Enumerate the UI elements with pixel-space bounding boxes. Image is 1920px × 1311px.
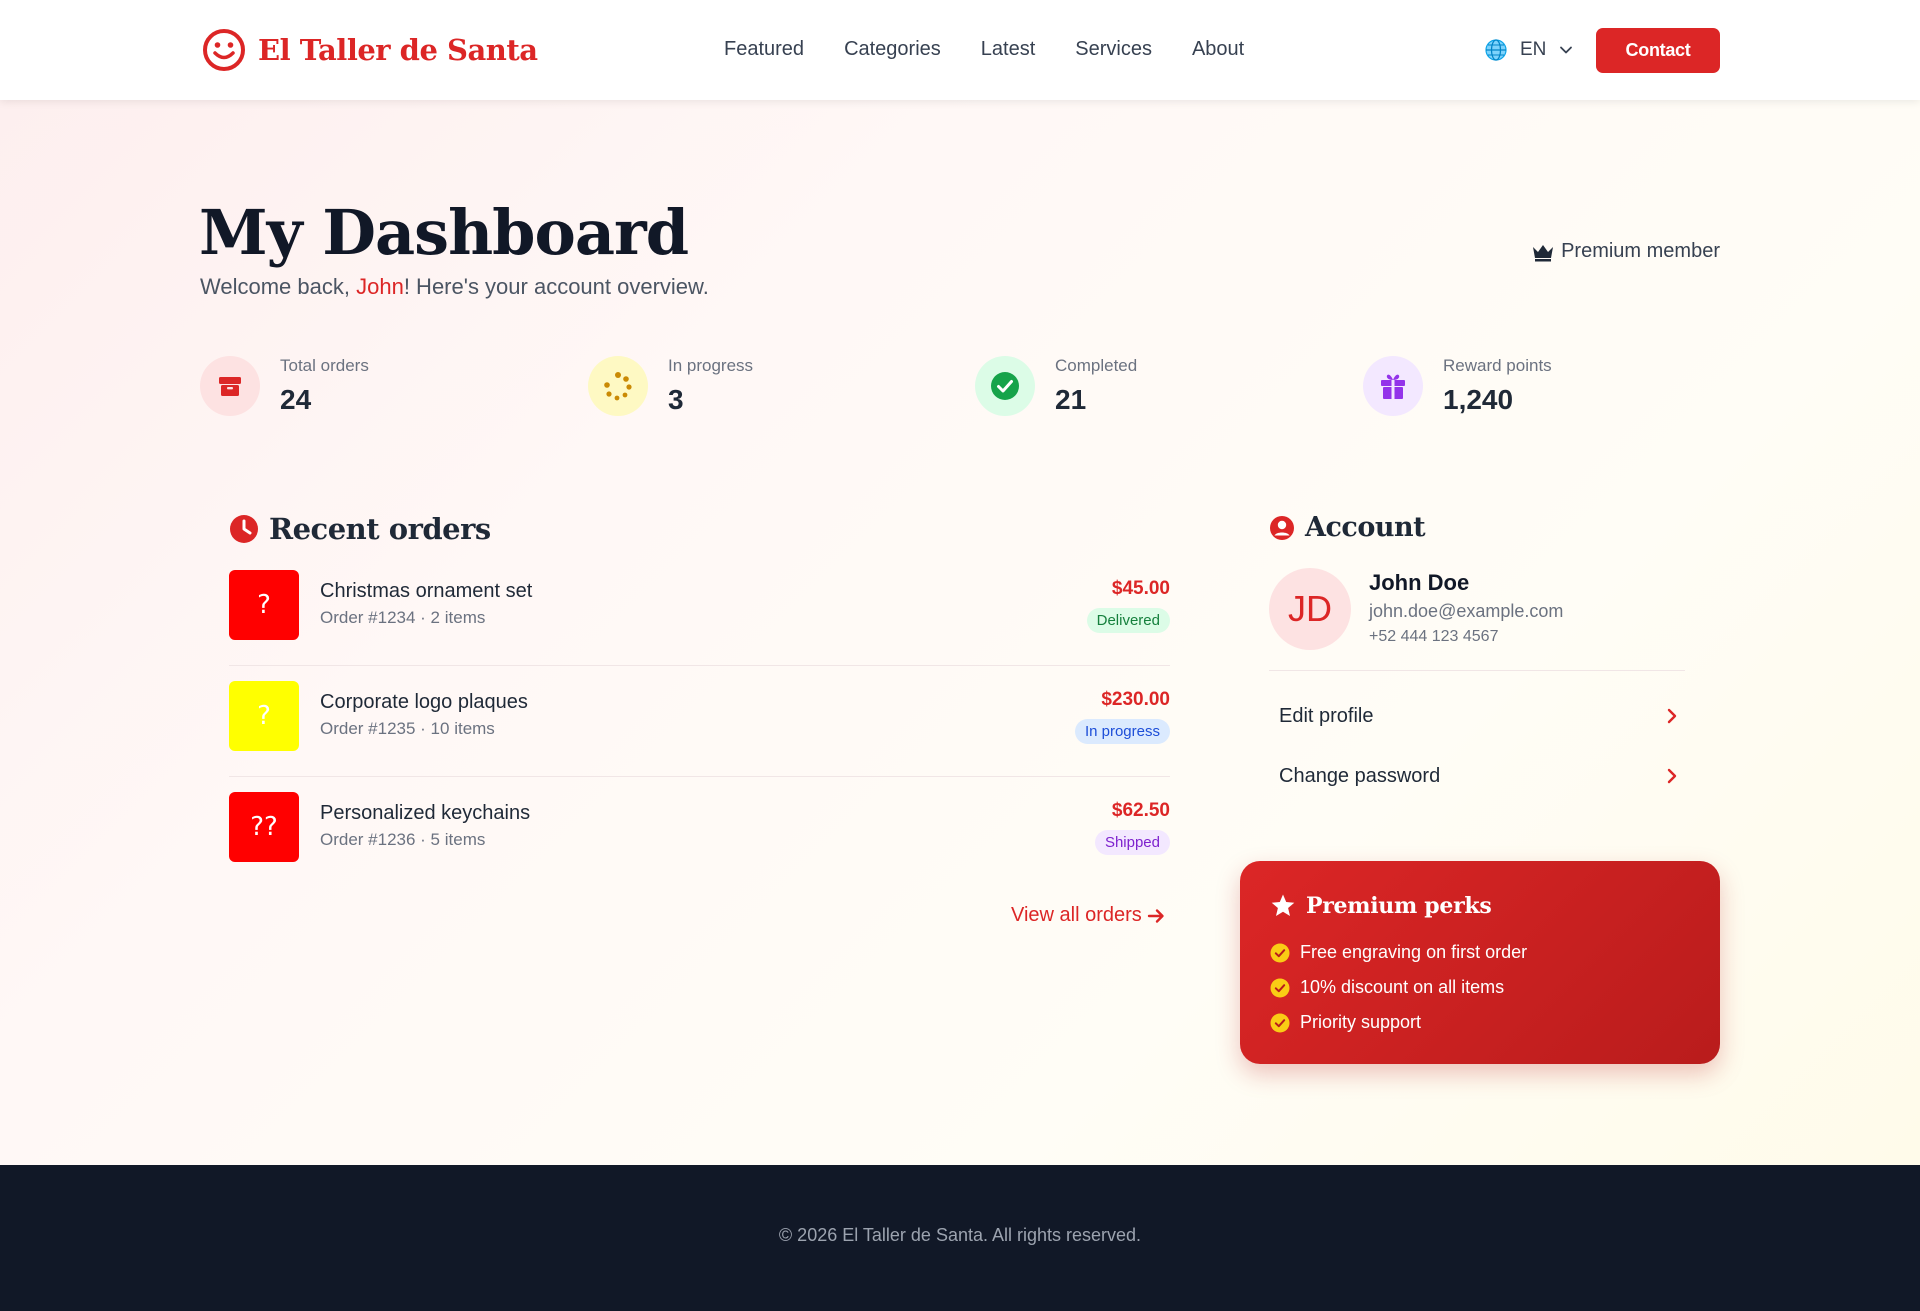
welcome-suffix: ! Here's your account overview. (403, 274, 709, 299)
check-circle-icon (991, 372, 1019, 400)
globe-icon (1485, 39, 1507, 61)
site-footer: © 2026 El Taller de Santa. All rights re… (0, 1165, 1920, 1311)
perk-text: Priority support (1300, 1012, 1422, 1032)
box-icon (219, 377, 241, 396)
stat-reward-points: Reward points 1,240 (1363, 356, 1552, 416)
placeholder-glyph-icon: ? (257, 701, 271, 731)
order-price: $45.00 (1111, 578, 1170, 599)
check-circle-icon (1270, 943, 1290, 962)
stat-label: In progress (668, 356, 754, 375)
stat-icon-circle (975, 356, 1035, 416)
view-all-label: View all orders (1011, 904, 1142, 926)
contact-button[interactable]: Contact (1596, 28, 1720, 73)
perk-item: 10% discount on all items (1270, 977, 1504, 998)
account-title: Account (1305, 512, 1426, 543)
account-header: Account (1269, 512, 1426, 543)
change-password-label: Change password (1279, 764, 1441, 787)
status-badge: Shipped (1094, 830, 1170, 855)
order-thumbnail: ? (229, 681, 299, 751)
nav-featured[interactable]: Featured (724, 38, 804, 61)
stat-value: 3 (668, 384, 684, 415)
gift-icon (1381, 374, 1405, 399)
star-icon (1271, 894, 1295, 916)
chevron-down-icon (1560, 46, 1573, 54)
perks-title: Premium perks (1306, 893, 1492, 919)
nav-categories[interactable]: Categories (844, 38, 941, 61)
account-email: john.doe@example.com (1369, 601, 1564, 621)
view-all-orders-link[interactable]: View all orders (1011, 904, 1166, 927)
language-selector[interactable]: EN (1484, 38, 1574, 62)
account-name: John Doe (1369, 570, 1470, 595)
status-badge: Delivered (1086, 608, 1170, 633)
perk-item: Priority support (1270, 1012, 1421, 1033)
edit-profile-label: Edit profile (1279, 704, 1374, 727)
smiley-icon (203, 29, 245, 71)
stat-label: Reward points (1443, 356, 1552, 375)
chevron-right-icon (1667, 708, 1677, 724)
order-meta: Order #1235 · 10 items (320, 719, 495, 738)
perk-item: Free engraving on first order (1270, 942, 1527, 963)
user-circle-icon (1270, 515, 1294, 540)
top-header: El Taller de Santa Featured Categories L… (0, 0, 1920, 100)
order-price: $230.00 (1101, 689, 1170, 710)
placeholder-glyph-icon: ? (257, 590, 271, 620)
order-name: Christmas ornament set (320, 580, 533, 602)
order-thumbnail: ? (229, 570, 299, 640)
perk-text: 10% discount on all items (1300, 977, 1505, 997)
stat-total-orders: Total orders 24 (200, 356, 369, 416)
status-badge: In progress (1074, 719, 1170, 744)
language-label: EN (1520, 39, 1547, 60)
brand-name: El Taller de Santa (258, 33, 538, 67)
order-meta: Order #1234 · 2 items (320, 608, 486, 627)
order-row[interactable]: ? Christmas ornament set Order #1234 · 2… (229, 556, 1170, 666)
avatar: JD (1269, 568, 1351, 650)
order-row[interactable]: ?? Personalized keychains Order #1236 · … (229, 778, 1170, 888)
stat-icon-circle (1363, 356, 1423, 416)
stat-label: Total orders (280, 356, 369, 375)
page-title: My Dashboard (199, 196, 689, 269)
perks-header: Premium perks (1270, 893, 1492, 919)
main-nav: Featured Categories Latest Services Abou… (724, 38, 1284, 61)
order-name: Corporate logo plaques (320, 691, 528, 713)
check-circle-icon (1270, 978, 1290, 997)
order-row[interactable]: ? Corporate logo plaques Order #1235 · 1… (229, 667, 1170, 777)
placeholder-glyph-icon: ?? (250, 812, 278, 842)
stat-value: 21 (1055, 384, 1087, 415)
footer-copyright: © 2026 El Taller de Santa. All rights re… (778, 1225, 1142, 1245)
recent-orders-header: Recent orders (229, 512, 491, 546)
spinner-icon (604, 372, 632, 401)
order-price: $62.50 (1111, 800, 1170, 821)
membership-label: Premium member (1561, 240, 1720, 262)
welcome-prefix: Welcome back, (200, 274, 357, 299)
stat-in-progress: In progress 3 (588, 356, 753, 416)
stat-icon-circle (588, 356, 648, 416)
arrow-right-icon (1147, 908, 1164, 923)
chevron-right-icon (1667, 768, 1677, 784)
stat-completed: Completed 21 (975, 356, 1137, 416)
premium-perks-card: Premium perks Free engraving on first or… (1240, 861, 1720, 1064)
edit-profile-link[interactable]: Edit profile (1269, 691, 1685, 741)
nav-about[interactable]: About (1192, 38, 1244, 61)
brand-logo[interactable]: El Taller de Santa (202, 28, 538, 72)
stat-value: 1,240 (1443, 384, 1514, 415)
welcome-message: Welcome back, John! Here's your account … (200, 274, 709, 300)
perk-text: Free engraving on first order (1300, 942, 1528, 962)
account-phone: +52 444 123 4567 (1369, 628, 1499, 645)
clock-icon (230, 515, 258, 543)
user-first-name: John (356, 274, 404, 299)
nav-latest[interactable]: Latest (981, 38, 1035, 61)
crown-icon (1533, 244, 1554, 261)
premium-member-badge: Premium member (1531, 240, 1720, 263)
stat-label: Completed (1055, 356, 1138, 375)
check-circle-icon (1270, 1013, 1290, 1032)
order-meta: Order #1236 · 5 items (320, 830, 486, 849)
account-divider (1269, 670, 1685, 671)
nav-services[interactable]: Services (1075, 38, 1152, 61)
recent-orders-title: Recent orders (269, 512, 491, 546)
change-password-link[interactable]: Change password (1269, 751, 1685, 801)
order-thumbnail: ?? (229, 792, 299, 862)
stat-value: 24 (280, 384, 312, 415)
order-name: Personalized keychains (320, 802, 531, 824)
stat-icon-circle (200, 356, 260, 416)
